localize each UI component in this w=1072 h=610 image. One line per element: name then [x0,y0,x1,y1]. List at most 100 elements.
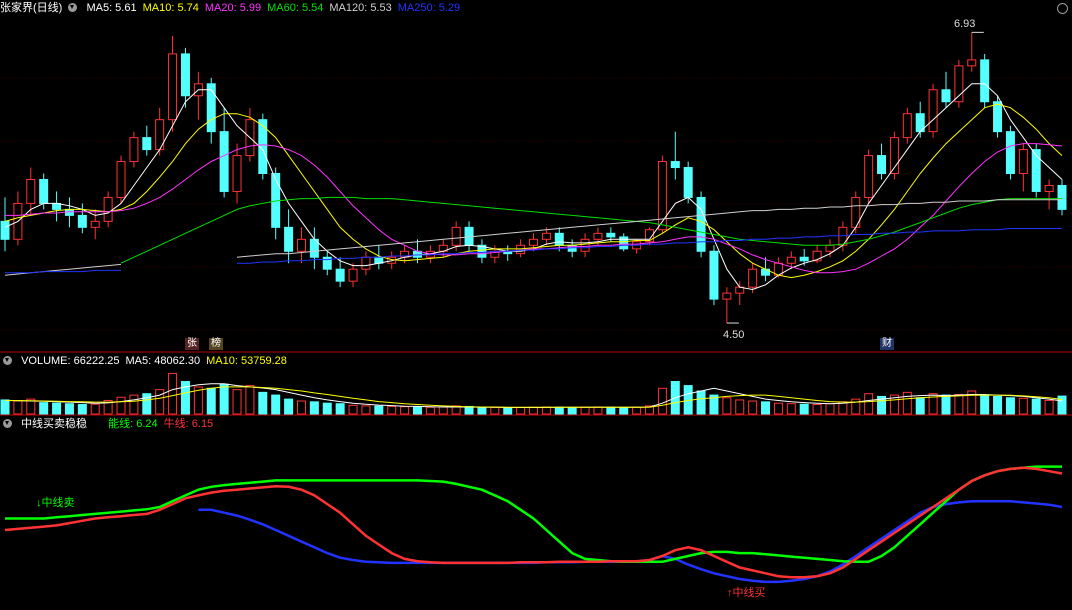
volume-bar [116,396,126,415]
candle-body [709,250,719,300]
candle-body [696,196,706,252]
volume-bar [168,372,178,415]
bang-badge[interactable]: 榜 [209,338,223,350]
volume-bar [425,406,435,415]
volume-bar [13,400,23,415]
volume-bar [632,406,642,415]
candle-body [683,167,693,198]
volume-bar [271,394,281,415]
candle-body [39,178,49,204]
volume-bar [864,393,874,415]
volume-bar [296,400,306,415]
candle-body [554,232,564,246]
low-price-label: 4.50 [723,329,745,341]
volume-bar [915,397,925,415]
candle-body [361,256,371,270]
volume-bar [219,383,229,415]
volume-bar [941,394,951,415]
candle-body [1057,184,1067,210]
volume-bar [773,402,783,415]
window-toggle-icon[interactable] [1057,3,1068,14]
candle-body [993,101,1003,133]
candle-body [180,53,190,97]
candle-body [786,256,796,264]
volume-bar [567,407,577,415]
candle-body [748,268,758,288]
ma-line-ma20 [5,143,1063,274]
volume-bar [477,406,487,415]
indicator-header: 中线买卖稳稳 能线: 6.24 牛线: 6.15 [0,416,225,432]
candle-body [1018,149,1028,175]
candle-body [129,137,139,163]
volume-bar [284,398,294,415]
volume-legend-0: VOLUME: 66222.25 [21,355,120,367]
candle-body [580,238,590,252]
cai-badge[interactable]: 财 [880,338,894,350]
volume-bar [993,395,1003,415]
candle-body [877,155,887,175]
volume-bar [980,394,990,415]
candle-body [335,268,345,282]
ma-legend-3: MA60: 5.54 [267,2,324,14]
volume-bar [1018,397,1028,415]
candle-body [799,256,809,262]
volume-bar [503,407,513,415]
ma-legend: MA5: 5.61 MA10: 5.74 MA20: 5.99 MA60: 5.54 M… [86,2,466,14]
stock-title: 张家界(日线) [0,2,63,14]
candle-body [967,59,977,67]
volume-bar [258,391,268,415]
volume-bar [735,399,745,415]
volume-dropdown-icon[interactable] [3,356,12,365]
indicator-dropdown-icon[interactable] [3,419,12,428]
ma-legend-1: MA10: 5.74 [142,2,199,14]
indicator-name: 中线买卖稳稳 [21,418,88,430]
candle-body [284,226,294,252]
volume-bar [580,406,590,415]
candle-body [541,232,551,240]
candle-body [232,155,242,192]
volume-bar [206,387,216,415]
volume-bar [516,407,526,415]
indicator-legend-0: 能线: 6.24 [108,418,158,430]
ma-legend-4: MA120: 5.53 [329,2,392,14]
volume-bar [786,403,796,415]
indicator-line-neng [5,465,1062,564]
volume-bar [799,403,809,415]
dropdown-icon[interactable] [68,3,78,12]
candle-body [77,214,87,228]
candle-body [928,89,938,133]
candle-body [1005,131,1015,175]
volume-bar [1005,397,1015,415]
volume-bar [761,401,771,415]
volume-bar [52,402,62,415]
ma-legend-0: MA5: 5.61 [86,2,137,14]
volume-bar [374,405,384,415]
volume-legend-2: MA10: 53759.28 [206,355,287,367]
volume-bar [541,406,551,415]
volume-bar [696,390,706,415]
volume-bar [1044,399,1054,415]
ma-legend-5: MA250: 5.29 [397,2,461,14]
volume-bar [77,404,87,415]
volume-legend: VOLUME: 66222.25 MA5: 48062.30 MA10: 53759… [21,355,293,367]
volume-bar [954,394,964,415]
volume-bar [825,403,835,415]
candle-body [593,232,603,240]
volume-bar [902,391,912,415]
candle-body [116,161,126,198]
candle-body [941,89,951,103]
volume-bar [490,407,500,415]
chart-canvas[interactable] [0,0,1072,610]
zhang-badge[interactable]: 张 [185,338,199,350]
indicator-legend-1: 牛线: 6.15 [163,418,214,430]
candle-body [206,83,216,133]
candle-body [825,244,835,252]
volume-bar [335,403,345,415]
volume-bar [412,406,422,415]
candle-body [902,113,912,139]
volume-bar [438,406,448,415]
volume-bar [812,404,822,415]
volume-bar [593,406,603,415]
volume-bar [722,397,732,415]
candle-body [619,236,629,250]
